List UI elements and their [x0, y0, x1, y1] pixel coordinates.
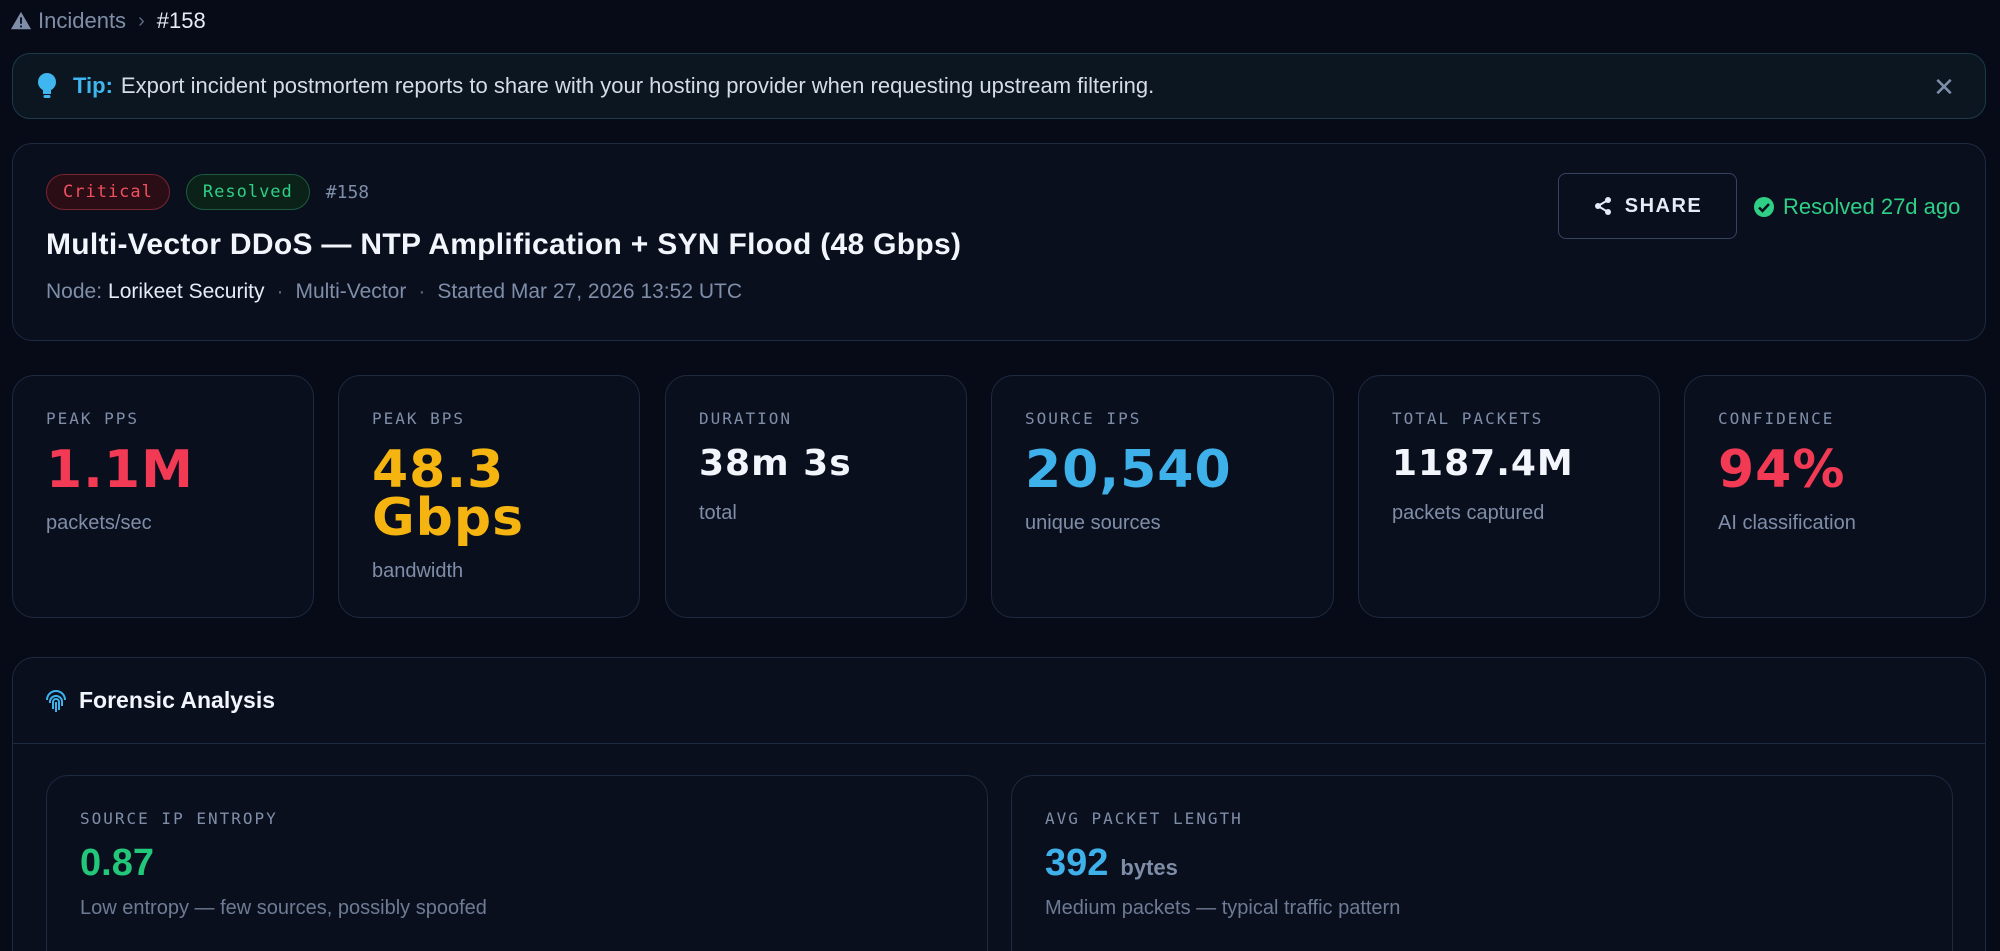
stat-value-unit: Gbps [372, 488, 525, 548]
stat-label: PEAK PPS [46, 409, 140, 428]
forensic-header: Forensic Analysis [13, 658, 1985, 744]
stat-card-peak-pps: PEAK PPS 1.1M packets/sec [12, 375, 314, 618]
node-label: Node: [46, 280, 103, 303]
stat-card-source-ips: SOURCE IPS 20,540 unique sources [991, 375, 1334, 618]
forensic-card-packet-length: AVG PACKET LENGTH 392 bytes Medium packe… [1011, 775, 1953, 951]
resolved-status: Resolved 27d ago [1753, 194, 1960, 220]
breadcrumb-current: #158 [156, 8, 206, 33]
node-value: Lorikeet Security [108, 280, 265, 303]
stat-sub: AI classification [1718, 512, 1856, 534]
stat-sub: total [699, 502, 737, 524]
incident-meta: Node: Lorikeet Security · Multi-Vector ·… [46, 280, 742, 304]
stat-card-duration: DURATION 38m 3s total [665, 375, 967, 618]
meta-separator: · [418, 280, 426, 303]
stat-label: SOURCE IPS [1025, 409, 1142, 428]
stat-value: 20,540 [1025, 440, 1232, 500]
forensic-value: 392 bytes [1045, 842, 1952, 885]
fingerprint-icon [46, 689, 66, 712]
stat-label: PEAK BPS [372, 409, 466, 428]
stat-value: 1.1M [46, 440, 194, 500]
page-title: Multi-Vector DDoS — NTP Amplification + … [46, 228, 962, 261]
forensic-analysis-panel: Forensic Analysis SOURCE IP ENTROPY 0.87… [12, 657, 1986, 951]
chevron-right-icon: › [138, 9, 145, 32]
stat-sub: packets captured [1392, 502, 1545, 524]
forensic-sub: Low entropy — few sources, possibly spoo… [80, 897, 487, 919]
forensic-label: SOURCE IP ENTROPY [80, 809, 278, 828]
stat-label: CONFIDENCE [1718, 409, 1835, 428]
check-circle-icon [1754, 197, 1774, 217]
badge-row: Critical Resolved #158 [46, 174, 369, 210]
meta-separator: · [276, 280, 284, 303]
incident-page: Incidents › #158 Tip: Export incident po… [0, 0, 2000, 951]
stat-value: 48.3 Gbps [372, 440, 639, 548]
section-title: Forensic Analysis [79, 687, 276, 713]
forensic-label: AVG PACKET LENGTH [1045, 809, 1243, 828]
stat-card-total-packets: TOTAL PACKETS 1187.4M packets captured [1358, 375, 1660, 618]
stat-card-peak-bps: PEAK BPS 48.3 Gbps bandwidth [338, 375, 640, 618]
lightbulb-icon [38, 73, 56, 98]
stat-sub: packets/sec [46, 512, 152, 534]
forensic-sub: Medium packets — typical traffic pattern [1045, 897, 1401, 919]
stat-value: 94% [1718, 440, 1846, 500]
forensic-value-unit: bytes [1120, 855, 1178, 880]
tip-banner: Tip: Export incident postmortem reports … [12, 53, 1986, 119]
stat-value: 38m 3s [699, 443, 852, 484]
stat-card-confidence: CONFIDENCE 94% AI classification [1684, 375, 1986, 618]
severity-badge: Critical [46, 174, 170, 210]
close-icon[interactable]: ✕ [1929, 72, 1959, 102]
tip-label: Tip: [73, 73, 113, 98]
tip-text: Export incident postmortem reports to sh… [120, 73, 1155, 98]
incident-header-card: Critical Resolved #158 Multi-Vector DDoS… [12, 143, 1986, 341]
resolved-text: Resolved 27d ago [1783, 194, 1961, 219]
started-time: Started Mar 27, 2026 13:52 UTC [437, 280, 742, 303]
forensic-value: 0.87 [80, 842, 987, 885]
share-button[interactable]: SHARE [1558, 173, 1737, 239]
stat-label: DURATION [699, 409, 793, 428]
stat-label: TOTAL PACKETS [1392, 409, 1544, 428]
share-icon [1594, 197, 1611, 215]
stat-value: 1187.4M [1392, 443, 1574, 484]
status-badge: Resolved [185, 174, 310, 210]
forensic-value-number: 0.87 [80, 842, 154, 884]
breadcrumb: Incidents › #158 [10, 6, 206, 36]
forensic-value-number: 392 [1045, 842, 1109, 884]
incident-id: #158 [325, 181, 370, 203]
stat-sub: unique sources [1025, 512, 1161, 534]
share-label: SHARE [1624, 194, 1703, 217]
stat-sub: bandwidth [372, 560, 464, 582]
warning-triangle-icon [10, 11, 32, 30]
attack-vector: Multi-Vector [295, 280, 407, 303]
forensic-card-entropy: SOURCE IP ENTROPY 0.87 Low entropy — few… [46, 775, 988, 951]
breadcrumb-incidents-link[interactable]: Incidents [38, 8, 126, 34]
stat-value-number: 48.3 [372, 440, 505, 500]
